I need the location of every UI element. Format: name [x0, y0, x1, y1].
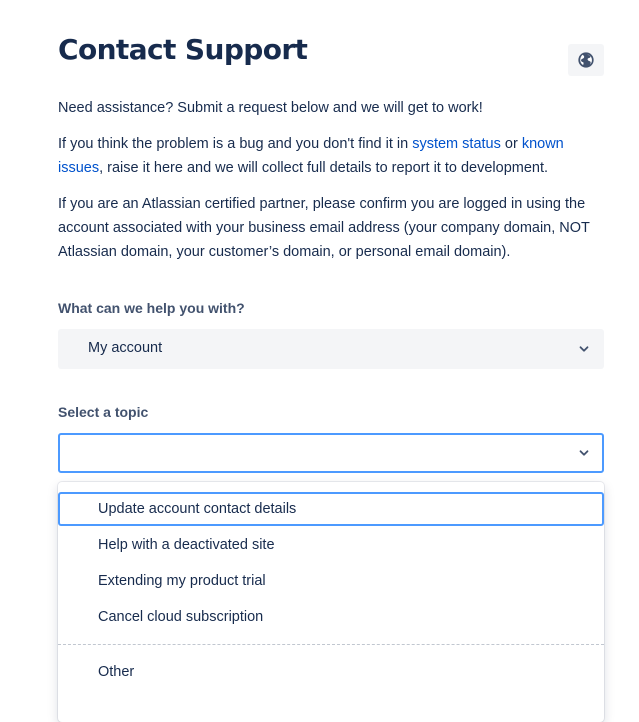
menu-divider: [58, 644, 604, 645]
topic-option-cancel-subscription[interactable]: Cancel cloud subscription: [58, 600, 604, 636]
system-status-link[interactable]: system status: [412, 136, 501, 152]
topic-option-deactivated-site[interactable]: Help with a deactivated site: [58, 528, 604, 564]
intro-paragraph-2: If you think the problem is a bug and yo…: [58, 132, 604, 180]
chevron-down-icon: [579, 450, 589, 456]
globe-icon: [578, 52, 594, 68]
intro-paragraph-1: Need assistance? Submit a request below …: [58, 100, 483, 116]
language-button[interactable]: [568, 44, 604, 76]
intro-paragraph-3: If you are an Atlassian certified partne…: [58, 196, 590, 260]
topic-option-extend-trial[interactable]: Extending my product trial: [58, 564, 604, 600]
chevron-down-icon: [579, 346, 589, 352]
page-title: Contact Support: [58, 33, 308, 66]
help-field-label: What can we help you with?: [58, 300, 245, 316]
topic-option-other[interactable]: Other: [58, 655, 604, 691]
topic-dropdown-menu: Update account contact details Help with…: [58, 482, 604, 722]
topic-option-update-contact-details[interactable]: Update account contact details: [58, 492, 604, 526]
topic-select[interactable]: [58, 433, 604, 473]
intro-p2-text-after: , raise it here and we will collect full…: [99, 160, 549, 176]
help-select-value: My account: [88, 340, 163, 356]
intro-p2-text-before: If you think the problem is a bug and yo…: [58, 136, 413, 152]
help-select[interactable]: My account: [58, 329, 604, 369]
topic-field-label: Select a topic: [58, 404, 149, 420]
intro-p2-text-mid: or: [500, 136, 522, 152]
